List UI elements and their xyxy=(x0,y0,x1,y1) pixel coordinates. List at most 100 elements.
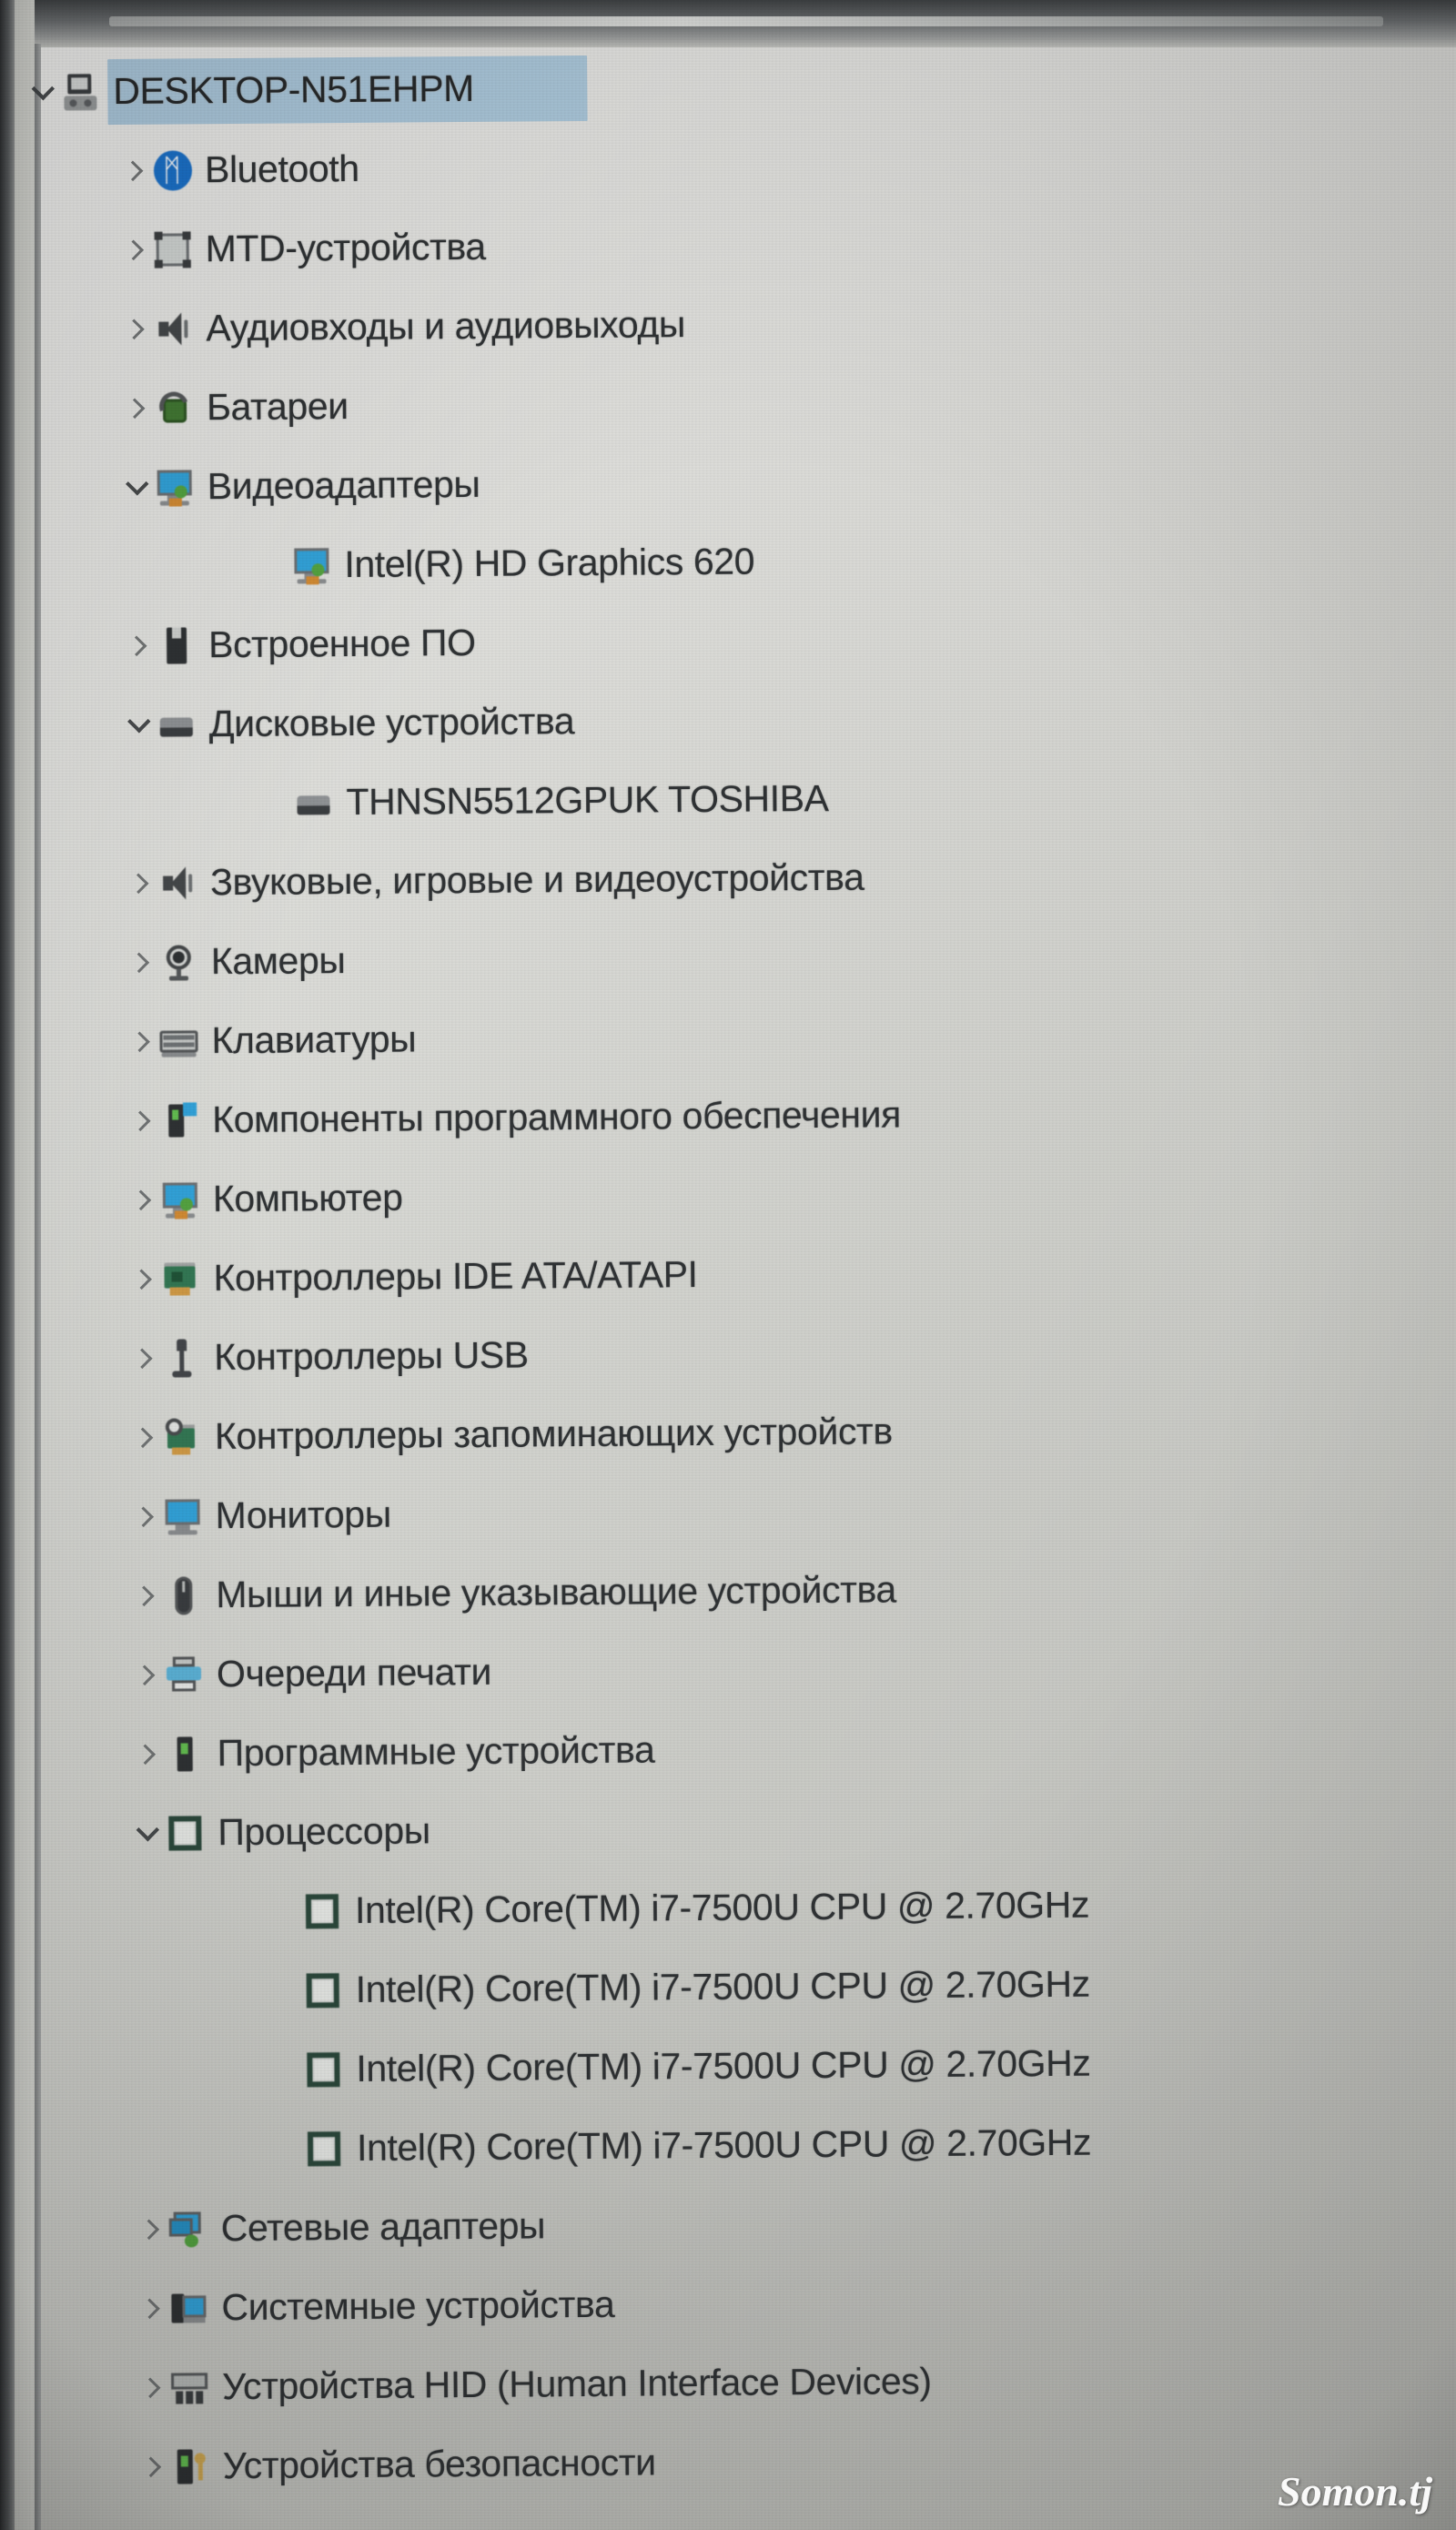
tree-item-label: Системные устройства xyxy=(221,2282,615,2329)
chevron-down-icon[interactable] xyxy=(132,1817,163,1848)
bluetooth-icon: ᛗ xyxy=(150,148,194,192)
chevron-right-icon[interactable] xyxy=(127,1184,158,1215)
tree-item-label: Контроллеры USB xyxy=(214,1333,529,1379)
chevron-right-icon[interactable] xyxy=(130,1501,161,1532)
tree-item-встроенное-по[interactable]: Встроенное ПО xyxy=(5,595,1456,686)
tree-item-label: Intel(R) Core(TM) i7-7500U CPU @ 2.70GHz xyxy=(355,1962,1090,2010)
chevron-right-icon[interactable] xyxy=(136,2372,167,2403)
tree-item-видеоадаптеры[interactable]: Видеоадаптеры xyxy=(3,437,1456,528)
display-adapter-icon xyxy=(289,543,333,587)
chevron-right-icon[interactable] xyxy=(129,1422,160,1452)
chevron-right-icon[interactable] xyxy=(119,155,150,186)
display-adapter-icon xyxy=(153,465,197,509)
chevron-right-icon[interactable] xyxy=(137,2451,168,2482)
chevron-right-icon[interactable] xyxy=(128,1342,159,1373)
tree-item-камеры[interactable]: Камеры xyxy=(7,912,1456,1003)
tree-item-intelr-coretm-i7-7500u-cpu-270ghz[interactable]: Intel(R) Core(TM) i7-7500U CPU @ 2.70GHz xyxy=(15,1941,1456,2032)
tree-item-аудиовходы-и-аудиовыходы[interactable]: Аудиовходы и аудиовыходы xyxy=(2,278,1456,369)
chevron-right-icon[interactable] xyxy=(126,1105,157,1136)
tree-item-label: Встроенное ПО xyxy=(207,621,476,666)
tree-item-desktop-n51ehpm[interactable]: DESKTOP-N51EHPM xyxy=(0,41,1456,132)
chevron-right-icon[interactable] xyxy=(130,1580,161,1611)
chevron-right-icon[interactable] xyxy=(126,1026,157,1057)
chevron-right-icon[interactable] xyxy=(125,867,156,898)
network-adapter-icon xyxy=(167,2207,210,2251)
tree-item-label: Звуковые, игровые и видеоустройства xyxy=(209,855,864,904)
chevron-right-icon[interactable] xyxy=(120,234,151,265)
tree-item-label: Очереди печати xyxy=(216,1650,492,1695)
device-tree: DESKTOP-N51EHPM ᛗ Bluetooth MTD-устройства А… xyxy=(0,41,1456,2506)
chevron-down-icon[interactable] xyxy=(122,471,153,502)
chevron-right-icon[interactable] xyxy=(136,2213,167,2244)
tree-item-bluetooth[interactable]: ᛗ Bluetooth xyxy=(1,120,1456,211)
tree-item-контроллеры-ide-ataatapi[interactable]: Контроллеры IDE ATA/ATAPI xyxy=(9,1229,1456,1320)
tree-item-label: Устройства безопасности xyxy=(222,2441,656,2487)
tree-item-label: Дисковые устройства xyxy=(208,700,575,745)
device-manager-photo: DESKTOP-N51EHPM ᛗ Bluetooth MTD-устройства А… xyxy=(0,0,1456,2530)
tree-item-устройства-безопасности[interactable]: Устройства безопасности xyxy=(18,2416,1456,2507)
processor-icon xyxy=(301,2048,345,2091)
tree-item-label: Процессоры xyxy=(217,1809,430,1854)
computer-icon xyxy=(58,70,102,114)
tree-item-intelr-hd-graphics-620[interactable]: Intel(R) HD Graphics 620 xyxy=(4,516,1456,607)
tree-item-устройства-hid-human-interface-devices[interactable]: Устройства HID (Human Interface Devices) xyxy=(18,2337,1456,2428)
tree-item-label: THNSN5512GPUK TOSHIBA xyxy=(346,776,829,824)
tree-item-звуковые-игровые-и-видеоустройства[interactable]: Звуковые, игровые и видеоустройства xyxy=(6,833,1456,924)
tree-item-мыши-и-иные-указывающие-устройства[interactable]: Мыши и иные указывающие устройства xyxy=(12,1545,1456,1636)
chevron-right-icon[interactable] xyxy=(123,630,154,661)
speaker-icon xyxy=(156,861,199,905)
processor-icon xyxy=(301,1968,345,2012)
monitor-icon xyxy=(160,1494,204,1538)
firmware-icon xyxy=(154,623,197,667)
chevron-right-icon[interactable] xyxy=(136,2292,167,2323)
printer-icon xyxy=(162,1653,206,1696)
chevron-right-icon[interactable] xyxy=(121,392,152,423)
mouse-icon xyxy=(161,1574,205,1617)
battery-icon xyxy=(152,386,196,430)
speaker-icon xyxy=(151,307,195,350)
tree-item-intelr-coretm-i7-7500u-cpu-270ghz[interactable]: Intel(R) Core(TM) i7-7500U CPU @ 2.70GHz xyxy=(16,2100,1456,2191)
usb-icon xyxy=(159,1336,203,1380)
tree-item-intelr-coretm-i7-7500u-cpu-270ghz[interactable]: Intel(R) Core(TM) i7-7500U CPU @ 2.70GHz xyxy=(15,2020,1456,2111)
tree-item-дисковые-устройства[interactable]: Дисковые устройства xyxy=(5,674,1456,765)
tree-item-intelr-coretm-i7-7500u-cpu-270ghz[interactable]: Intel(R) Core(TM) i7-7500U CPU @ 2.70GHz xyxy=(15,1862,1456,1953)
tree-item-label: Программные устройства xyxy=(217,1728,655,1775)
chevron-right-icon[interactable] xyxy=(126,946,157,977)
tree-item-очереди-печати[interactable]: Очереди печати xyxy=(13,1624,1456,1715)
storage-controller-icon xyxy=(160,1415,204,1459)
keyboard-icon xyxy=(157,1019,200,1063)
chevron-right-icon[interactable] xyxy=(127,1263,158,1294)
tree-item-контроллеры-запоминающих-устройств[interactable]: Контроллеры запоминающих устройств xyxy=(11,1387,1456,1478)
tree-item-mtd-устройства[interactable]: MTD-устройства xyxy=(1,199,1456,290)
tree-item-процессоры[interactable]: Процессоры xyxy=(14,1783,1456,1874)
chevron-down-icon[interactable] xyxy=(27,76,58,107)
tree-item-программные-устройства[interactable]: Программные устройства xyxy=(13,1704,1456,1795)
tree-item-label: Компьютер xyxy=(212,1176,403,1220)
tree-item-системные-устройства[interactable]: Системные устройства xyxy=(17,2258,1456,2349)
chevron-down-icon[interactable] xyxy=(124,709,155,740)
tree-item-сетевые-адаптеры[interactable]: Сетевые адаптеры xyxy=(16,2179,1456,2270)
processor-icon xyxy=(163,1811,207,1855)
tree-item-label: Клавиатуры xyxy=(211,1017,417,1062)
processor-icon xyxy=(302,2127,346,2171)
tree-item-клавиатуры[interactable]: Клавиатуры xyxy=(7,991,1456,1082)
tree-item-thnsn5512gpuk-toshiba[interactable]: THNSN5512GPUK TOSHIBA xyxy=(5,754,1456,845)
tree-item-мониторы[interactable]: Мониторы xyxy=(11,1466,1456,1557)
chevron-right-icon[interactable] xyxy=(120,313,151,344)
tree-item-батареи[interactable]: Батареи xyxy=(3,358,1456,449)
tree-item-label: Батареи xyxy=(206,385,349,429)
watermark: Somon.tj xyxy=(1277,2468,1432,2515)
tree-item-label: Компоненты программного обеспечения xyxy=(212,1093,902,1141)
tree-item-компоненты-программного-обеспечения[interactable]: Компоненты программного обеспечения xyxy=(8,1070,1456,1161)
chevron-right-icon[interactable] xyxy=(131,1659,162,1690)
tree-item-контроллеры-usb[interactable]: Контроллеры USB xyxy=(10,1308,1456,1399)
tree-item-label: MTD-устройства xyxy=(205,225,486,270)
software-device-icon xyxy=(162,1732,206,1776)
ide-controller-icon xyxy=(158,1257,202,1300)
tree-item-label: Bluetooth xyxy=(204,147,359,191)
chevron-right-icon[interactable] xyxy=(132,1738,163,1769)
tree-item-компьютер[interactable]: Компьютер xyxy=(9,1149,1456,1240)
